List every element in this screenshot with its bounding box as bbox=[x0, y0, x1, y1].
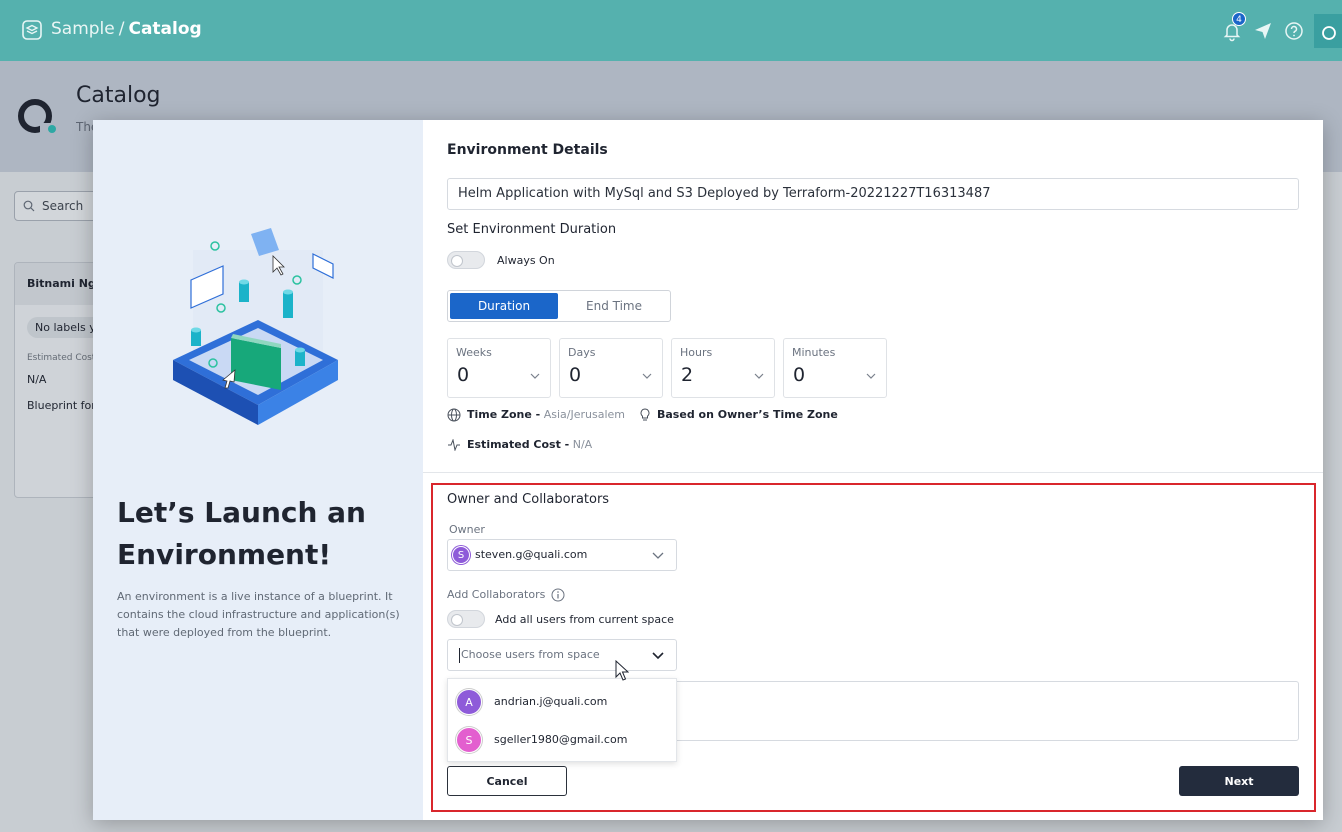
lightbulb-icon bbox=[640, 408, 650, 421]
user-option[interactable]: S sgeller1980@gmail.com bbox=[448, 721, 678, 759]
chevron-down-icon bbox=[642, 373, 652, 379]
layers-icon[interactable] bbox=[22, 20, 42, 40]
launch-description: An environment is a live instance of a b… bbox=[117, 590, 400, 639]
launch-title: Let’s Launch an Environment! bbox=[117, 496, 366, 571]
add-all-users-label: Add all users from current space bbox=[495, 613, 674, 626]
breadcrumb-page: Catalog bbox=[128, 19, 202, 39]
chevron-down-icon bbox=[866, 373, 876, 379]
minutes-select[interactable]: Minutes 0 bbox=[783, 338, 887, 398]
choose-users-placeholder: Choose users from space bbox=[461, 648, 600, 661]
hours-select[interactable]: Hours 2 bbox=[671, 338, 775, 398]
tab-duration[interactable]: Duration bbox=[450, 293, 558, 319]
weeks-select[interactable]: Weeks 0 bbox=[447, 338, 551, 398]
minutes-value: 0 bbox=[793, 364, 806, 386]
user-email: sgeller1980@gmail.com bbox=[494, 733, 628, 746]
user-avatar: A bbox=[456, 689, 482, 715]
environment-details-title: Environment Details bbox=[447, 142, 608, 158]
cancel-button[interactable]: Cancel bbox=[447, 766, 567, 796]
estimated-cost-value: N/A bbox=[27, 373, 47, 386]
duration-mode-tabs: Duration End Time bbox=[447, 290, 671, 322]
time-zone-label: Time Zone - bbox=[467, 408, 541, 421]
text-caret bbox=[459, 648, 460, 663]
notification-badge: 4 bbox=[1232, 12, 1246, 26]
globe-icon bbox=[447, 408, 461, 422]
top-bar: Sample / Catalog 4 bbox=[0, 0, 1342, 61]
environment-name-input[interactable]: Helm Application with MySql and S3 Deplo… bbox=[447, 178, 1299, 210]
modal-left-pane: Let’s Launch an Environment! An environm… bbox=[93, 120, 423, 820]
blueprint-card[interactable]: Bitnami Ngi No labels y Estimated Cost N… bbox=[14, 262, 104, 498]
days-label: Days bbox=[568, 346, 596, 359]
estimated-cost-label: Estimated Cost - bbox=[467, 438, 570, 451]
breadcrumb-space[interactable]: Sample bbox=[51, 19, 115, 39]
user-avatar: S bbox=[456, 727, 482, 753]
chevron-down-icon bbox=[652, 552, 664, 559]
breadcrumb: Sample / Catalog bbox=[51, 19, 202, 39]
add-collaborators-text: Add Collaborators bbox=[447, 588, 546, 601]
owner-time-zone-info: Based on Owner’s Time Zone bbox=[639, 408, 838, 422]
environment-illustration bbox=[173, 228, 338, 425]
section-divider bbox=[423, 472, 1323, 473]
activity-icon bbox=[448, 438, 460, 452]
quali-logo-icon bbox=[18, 99, 56, 133]
hours-label: Hours bbox=[680, 346, 713, 359]
users-dropdown: A andrian.j@quali.com S sgeller1980@gmai… bbox=[447, 678, 677, 762]
owner-avatar: S bbox=[452, 546, 470, 564]
choose-users-select[interactable]: Choose users from space bbox=[447, 639, 677, 671]
hours-value: 2 bbox=[681, 364, 694, 386]
time-zone-value: Asia/Jerusalem bbox=[543, 408, 626, 421]
tab-end-time[interactable]: End Time bbox=[560, 293, 668, 319]
modal-right-pane: Environment Details Helm Application wit… bbox=[423, 120, 1323, 820]
search-icon bbox=[23, 200, 35, 212]
page-title: Catalog bbox=[76, 83, 161, 108]
weeks-value: 0 bbox=[457, 364, 470, 386]
owner-collaborators-title: Owner and Collaborators bbox=[447, 492, 610, 507]
chevron-down-icon bbox=[530, 373, 540, 379]
collaborators-message-area[interactable] bbox=[671, 681, 1299, 741]
minutes-label: Minutes bbox=[792, 346, 836, 359]
user-email: andrian.j@quali.com bbox=[494, 695, 608, 708]
info-icon[interactable] bbox=[551, 588, 565, 602]
help-icon[interactable] bbox=[1283, 20, 1305, 42]
add-all-users-toggle[interactable] bbox=[447, 610, 485, 628]
estimated-cost-info: Estimated Cost - N/A bbox=[447, 438, 593, 452]
estimated-cost-label: Estimated Cost bbox=[27, 353, 96, 363]
mouse-pointer-icon bbox=[615, 660, 629, 681]
catalog-search[interactable]: Search bbox=[14, 191, 104, 221]
blueprint-card-title: Bitnami Ngi bbox=[15, 263, 103, 305]
user-menu-button[interactable] bbox=[1314, 14, 1342, 48]
user-circle-icon bbox=[1322, 26, 1336, 40]
add-collaborators-label: Add Collaborators bbox=[447, 588, 565, 602]
launch-environment-modal: Let’s Launch an Environment! An environm… bbox=[93, 120, 1323, 820]
weeks-label: Weeks bbox=[456, 346, 492, 359]
estimated-cost-value: N/A bbox=[572, 438, 593, 451]
owner-value: steven.g@quali.com bbox=[475, 548, 588, 561]
owner-label: Owner bbox=[449, 523, 485, 536]
always-on-toggle[interactable] bbox=[447, 251, 485, 269]
send-icon[interactable] bbox=[1252, 20, 1274, 42]
days-select[interactable]: Days 0 bbox=[559, 338, 663, 398]
owner-select[interactable]: S steven.g@quali.com bbox=[447, 539, 677, 571]
chevron-down-icon bbox=[652, 652, 664, 660]
chevron-down-icon bbox=[754, 373, 764, 379]
days-value: 0 bbox=[569, 364, 582, 386]
blueprint-description: Blueprint for bbox=[27, 399, 96, 412]
next-button[interactable]: Next bbox=[1179, 766, 1299, 796]
time-zone-info: Time Zone - Asia/Jerusalem bbox=[447, 408, 625, 422]
user-option[interactable]: A andrian.j@quali.com bbox=[448, 683, 678, 721]
always-on-label: Always On bbox=[497, 254, 555, 267]
search-placeholder: Search bbox=[42, 199, 84, 213]
breadcrumb-separator: / bbox=[118, 19, 125, 39]
owner-time-zone-label: Based on Owner’s Time Zone bbox=[657, 408, 838, 421]
duration-title: Set Environment Duration bbox=[447, 222, 617, 237]
